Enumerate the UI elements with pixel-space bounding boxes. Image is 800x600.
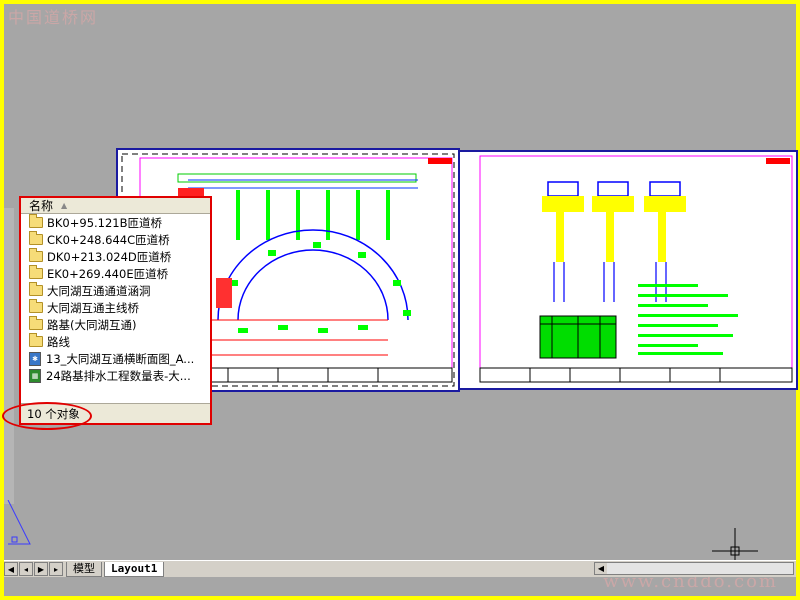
folder-icon	[29, 333, 43, 347]
prev-tab-button[interactable]: ◂	[19, 562, 33, 576]
folder-icon	[29, 299, 43, 313]
list-item-label: DK0+213.024D匝道桥	[47, 249, 172, 264]
list-item-folder[interactable]: 大同湖互通主线桥	[21, 299, 210, 316]
layout-tab-bar: ◀ ◂ ▶ ▸ 模型 Layout1 ◀	[4, 560, 796, 577]
folder-icon	[29, 231, 43, 245]
list-item-folder[interactable]: 路基(大同湖互通)	[21, 316, 210, 333]
list-item-folder[interactable]: DK0+213.024D匝道桥	[21, 248, 210, 265]
tab-model[interactable]: 模型	[66, 561, 102, 577]
list-item-label: CK0+248.644C匝道桥	[47, 232, 170, 247]
tab-layout1[interactable]: Layout1	[104, 561, 165, 577]
pier-detail-drawing	[479, 155, 793, 383]
folder-icon	[29, 214, 43, 228]
list-item-label: 13_大同湖互通横断面图_A...	[46, 351, 195, 366]
scroll-left-icon[interactable]: ◀	[595, 563, 607, 574]
list-item-folder[interactable]: CK0+248.644C匝道桥	[21, 231, 210, 248]
last-tab-button[interactable]: ▸	[49, 562, 63, 576]
list-item-label: 24路基排水工程数量表-大...	[46, 368, 191, 383]
next-tab-button[interactable]: ▶	[34, 562, 48, 576]
watermark-top-left: 中国道桥网	[8, 8, 99, 27]
list-item-label: 路基(大同湖互通)	[47, 317, 137, 332]
drawing-sheet-2[interactable]	[458, 150, 798, 390]
first-tab-button[interactable]: ◀	[4, 562, 18, 576]
horizontal-scrollbar[interactable]: ◀	[594, 562, 794, 575]
list-item-label: 大同湖互通通道涵洞	[47, 283, 151, 298]
list-item-folder[interactable]: 大同湖互通通道涵洞	[21, 282, 210, 299]
sort-ascending-icon: ▲	[61, 201, 68, 210]
spreadsheet-file-icon: ▦	[29, 368, 41, 383]
list-item-label: 路线	[47, 334, 70, 349]
folder-icon	[29, 316, 43, 330]
folder-icon	[29, 282, 43, 296]
file-list-panel: 名称 ▲ BK0+95.121B匝道桥 CK0+248.644C匝道桥 DK0+…	[19, 196, 212, 425]
file-list: BK0+95.121B匝道桥 CK0+248.644C匝道桥 DK0+213.0…	[21, 214, 210, 403]
list-item-folder[interactable]: BK0+95.121B匝道桥	[21, 214, 210, 231]
highlight-ellipse	[2, 402, 92, 430]
list-item-label: EK0+269.440E匝道桥	[47, 266, 169, 281]
vertical-scrollbar[interactable]	[4, 208, 14, 504]
list-item-file[interactable]: ▦ 24路基排水工程数量表-大...	[21, 367, 210, 384]
list-item-folder[interactable]: EK0+269.440E匝道桥	[21, 265, 210, 282]
column-header-label: 名称	[29, 199, 54, 213]
drawing-file-icon: ✱	[29, 351, 41, 366]
list-item-file[interactable]: ✱ 13_大同湖互通横断面图_A...	[21, 350, 210, 367]
column-header-name[interactable]: 名称 ▲	[21, 198, 210, 214]
list-item-folder[interactable]: 路线	[21, 333, 210, 350]
folder-icon	[29, 248, 43, 262]
list-item-label: 大同湖互通主线桥	[47, 300, 139, 315]
folder-icon	[29, 265, 43, 279]
ucs-icon	[7, 500, 31, 545]
list-item-label: BK0+95.121B匝道桥	[47, 215, 163, 230]
